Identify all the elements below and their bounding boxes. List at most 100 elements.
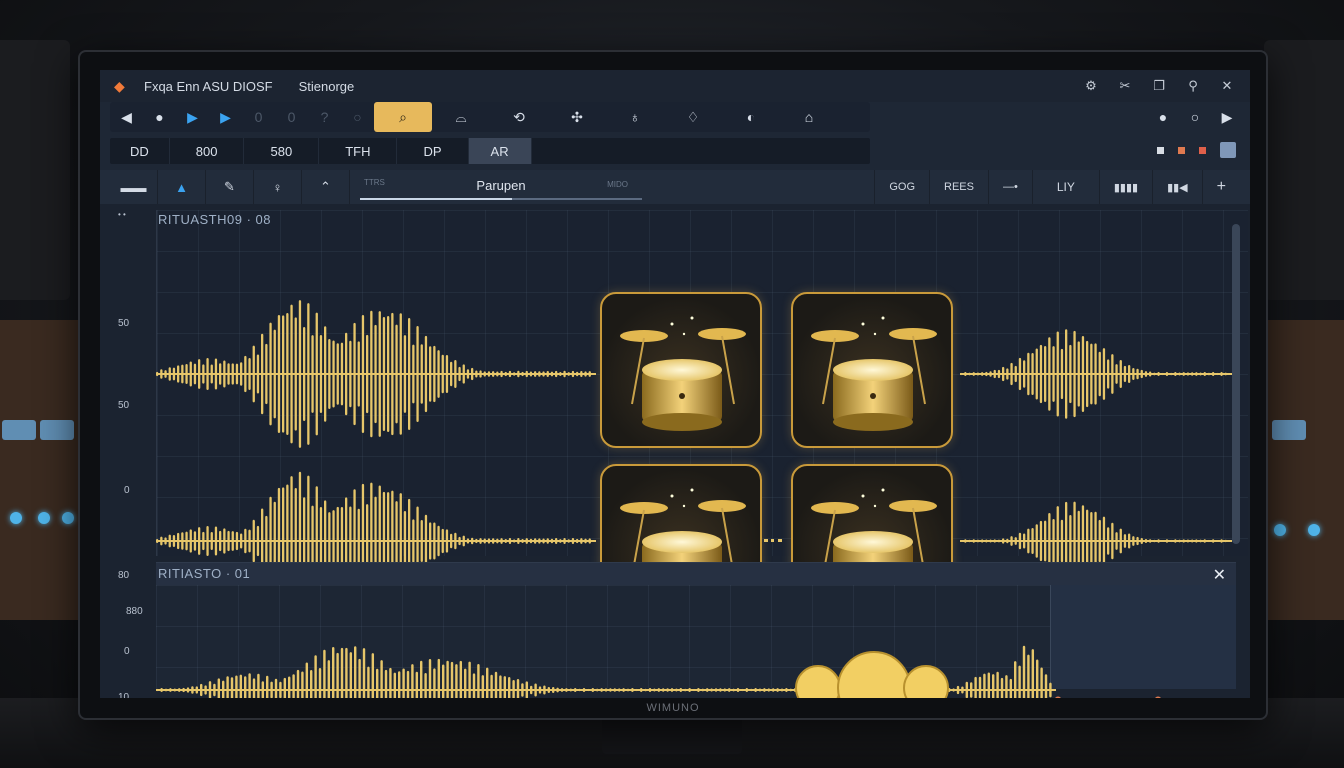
waveform-bar <box>1044 520 1047 562</box>
waveform-bar <box>378 311 381 437</box>
loop-icon[interactable]: ○ <box>1186 108 1204 126</box>
waveform-bar <box>1119 528 1122 554</box>
waveform-bar <box>1170 539 1173 543</box>
drop-tool-button[interactable]: ♁ <box>606 102 664 132</box>
waveform-bar <box>1165 539 1169 543</box>
shield-tool-button[interactable]: ♢ <box>664 102 722 132</box>
monitor: WIMUNO ◆ Fxqa Enn ASU DIOSF Stienorge ⚙ … <box>78 50 1268 720</box>
lasso-tool-button[interactable]: ⟲ <box>490 102 548 132</box>
settings-icon[interactable]: ⚙ <box>1082 77 1100 95</box>
waveform-bar <box>1153 539 1156 543</box>
waveform-bar <box>1048 337 1051 411</box>
waveform-bar <box>563 370 566 378</box>
waveform-bar <box>576 371 579 377</box>
tab-ar[interactable]: AR <box>468 138 532 164</box>
rees-button[interactable]: REES <box>929 170 988 204</box>
scissors-icon[interactable]: ✂ <box>1116 77 1134 95</box>
track-name-box[interactable]: TTRS Parupen MIDO <box>360 174 642 200</box>
waveform-bar <box>319 335 323 413</box>
house-tool-button[interactable]: ⌂ <box>780 102 838 132</box>
drum-pad-1[interactable] <box>600 292 762 448</box>
status-square-blue[interactable] <box>1220 142 1236 158</box>
slider-icon[interactable]: —• <box>987 170 1032 204</box>
rewind-button[interactable]: ◀ <box>110 102 143 132</box>
puzzle-tool-button[interactable]: ✣ <box>548 102 606 132</box>
tab-dd[interactable]: DD <box>110 138 170 164</box>
waveform-bar <box>556 687 559 693</box>
copy-icon[interactable]: ❐ <box>1150 77 1168 95</box>
waveform-track-1a[interactable] <box>156 294 596 454</box>
waveform-bar <box>1036 659 1039 698</box>
bottom-lane-end-region <box>1050 585 1236 689</box>
waveform-bar <box>282 315 285 433</box>
waveform-bar <box>492 371 495 377</box>
wave-icon[interactable]: ⌃ <box>302 170 350 204</box>
waveform-bar <box>235 675 238 698</box>
tab-dp[interactable]: DP <box>397 138 469 164</box>
waveform-bar <box>684 688 687 692</box>
waveform-bar <box>345 332 348 416</box>
liy-button[interactable]: LIY <box>1031 170 1099 204</box>
gog-button[interactable]: GOG <box>874 170 929 204</box>
drum-pad-2[interactable] <box>791 292 953 448</box>
waveform-bar <box>219 530 222 552</box>
waveform-bar <box>1009 678 1013 698</box>
waveform-bar <box>1018 665 1021 698</box>
close-icon[interactable]: ✕ <box>1218 77 1236 95</box>
waveform-bar <box>428 658 432 698</box>
zero-icon[interactable]: 0 <box>242 102 275 132</box>
automation-line[interactable] <box>1038 694 1168 698</box>
grid-view-icon[interactable]: ▬▬ <box>110 170 158 204</box>
waveform-bar <box>525 370 528 378</box>
sample-orb-cluster[interactable] <box>794 650 954 698</box>
tab-580[interactable]: 580 <box>244 138 320 164</box>
waveform-bar <box>571 370 575 378</box>
triangle-icon[interactable]: ▲ <box>158 170 206 204</box>
right-speaker <box>1264 40 1344 300</box>
record-arm-icon[interactable]: ● <box>1154 108 1172 126</box>
help-icon[interactable]: ? <box>308 102 341 132</box>
close-lane-icon[interactable]: ✕ <box>1213 565 1226 585</box>
daw-screen: ◆ Fxqa Enn ASU DIOSF Stienorge ⚙ ✂ ❐ ⚲ ✕… <box>100 70 1250 698</box>
waveform-bar <box>1216 539 1219 543</box>
waveform-bar <box>512 680 515 698</box>
waveform-bar <box>993 369 996 379</box>
waveform-bar <box>1132 536 1135 546</box>
dome-tool-button[interactable]: ⌓ <box>432 102 490 132</box>
pencil-icon[interactable]: ✎ <box>206 170 254 204</box>
waveform-bar <box>464 668 467 698</box>
waveform-bar <box>1044 345 1047 403</box>
play-button[interactable]: ▶ <box>176 102 209 132</box>
search-tool-button[interactable]: ⌕ <box>374 102 432 132</box>
circle-icon[interactable]: ○ <box>341 102 374 132</box>
waveform-bar <box>1136 536 1139 546</box>
waveform-bar <box>160 536 163 546</box>
waveform-bar <box>399 313 402 435</box>
track-progress-bar <box>360 198 513 200</box>
tab-tfh[interactable]: TFH <box>319 138 398 164</box>
zero-icon-2[interactable]: 0 <box>275 102 308 132</box>
play-next-button[interactable]: ▶ <box>209 102 242 132</box>
edit-toolbar: ▬▬ ▲ ✎ ♀ ⌃ TTRS Parupen MIDO GOG REES —•… <box>100 170 1250 204</box>
waveform-track-1b[interactable] <box>960 324 1232 424</box>
waveform-bar <box>547 686 551 694</box>
pin-icon[interactable]: ⚲ <box>1184 77 1202 95</box>
next-icon[interactable]: ▶ <box>1218 108 1236 126</box>
add-icon[interactable]: + <box>1201 170 1240 204</box>
waveform-bar <box>458 366 461 382</box>
waveform-bar <box>471 367 474 381</box>
vertical-scrollbar[interactable] <box>1232 224 1240 544</box>
waveform-bar <box>288 676 291 698</box>
waveform-bar <box>358 658 361 698</box>
waveform-bar <box>728 688 731 692</box>
apple-tool-button[interactable]: ◐ <box>722 102 780 132</box>
waveform-bar <box>1102 348 1106 400</box>
level-icon[interactable]: ▮▮◀ <box>1152 170 1202 204</box>
record-button[interactable]: ● <box>143 102 176 132</box>
tab-800[interactable]: 800 <box>170 138 245 164</box>
marker-icon[interactable]: ♀ <box>254 170 302 204</box>
waveform-bar <box>382 317 386 431</box>
waveform-bar <box>168 367 171 381</box>
meter-icon[interactable]: ▮▮▮▮ <box>1098 170 1152 204</box>
waveform-bar <box>458 536 461 546</box>
